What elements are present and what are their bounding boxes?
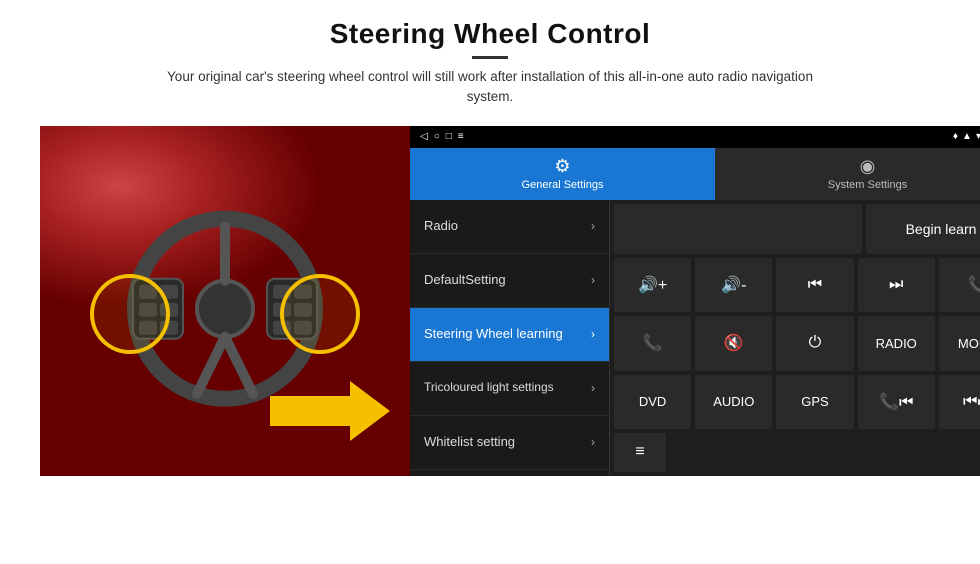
tab-general-settings[interactable]: ⚙ General Settings: [410, 148, 715, 200]
status-bar: ◁ ○ □ ≡ ♦ ▲ ▾ 13:13: [410, 126, 980, 148]
answer-call-button[interactable]: 📞: [614, 316, 691, 371]
phone-prev-button[interactable]: 📞⏮: [858, 375, 935, 430]
control-row-3: DVD AUDIO GPS 📞⏮ ⏮⏭: [614, 375, 980, 430]
next-track-icon: ⏭: [889, 276, 903, 294]
mode-label: MODE: [958, 336, 980, 351]
page-title: Steering Wheel Control: [150, 18, 830, 50]
phone-prev-icon: 📞⏮: [879, 392, 913, 412]
menu-item-steering-wheel[interactable]: Steering Wheel learning ›: [410, 308, 609, 362]
menu-item-radio-label: Radio: [424, 218, 591, 235]
radio-label: RADIO: [876, 336, 917, 351]
menu-item-tricoloured[interactable]: Tricoloured light settings ›: [410, 362, 609, 416]
highlight-circle-right: [280, 274, 360, 354]
seek-icon: ⏮⏭: [963, 393, 980, 411]
arrow-indicator: [270, 381, 390, 446]
chevron-right-icon: ›: [591, 381, 595, 395]
volume-up-icon: 🔊+: [638, 275, 667, 295]
control-row-4: ≡: [614, 433, 980, 471]
control-row-2: 📞 🔇 ⏻ RADIO MODE: [614, 316, 980, 371]
nav-menu[interactable]: ≡: [458, 131, 464, 142]
tab-bar: ⚙ General Settings ◉ System Settings: [410, 148, 980, 200]
menu-item-tricoloured-label: Tricoloured light settings: [424, 380, 591, 396]
tab-general-label: General Settings: [522, 179, 604, 191]
content-row: ◁ ○ □ ≡ ♦ ▲ ▾ 13:13 ⚙ General Settings: [40, 126, 940, 476]
nav-recent[interactable]: □: [446, 131, 452, 142]
screen-content: Radio › DefaultSetting › Steering Wheel …: [410, 200, 980, 476]
controls-panel: Begin learn 🔊+ 🔊- ⏮: [610, 200, 980, 476]
chevron-right-icon: ›: [591, 327, 595, 341]
menu-item-steering-label: Steering Wheel learning: [424, 326, 591, 343]
location-icon: ♦: [953, 131, 958, 142]
power-icon: ⏻: [809, 334, 822, 352]
highlight-circle-left: [90, 274, 170, 354]
phone-icon: 📞: [967, 275, 980, 295]
status-indicators: ♦ ▲ ▾ 13:13: [953, 131, 980, 142]
menu-item-default-setting[interactable]: DefaultSetting ›: [410, 254, 609, 308]
menu-item-default-label: DefaultSetting: [424, 272, 591, 289]
gear-icon: ⚙: [554, 156, 570, 177]
mute-button[interactable]: 🔇: [695, 316, 772, 371]
system-icon: ◉: [860, 156, 876, 177]
car-image-panel: [40, 126, 410, 476]
menu-item-whitelist[interactable]: Whitelist setting ›: [410, 416, 609, 470]
blank-display-area: [614, 204, 862, 254]
mode-button[interactable]: MODE: [939, 316, 980, 371]
tab-system-settings[interactable]: ◉ System Settings: [715, 148, 980, 200]
title-divider: [472, 56, 508, 59]
answer-icon: 📞: [643, 333, 663, 353]
whitelist-icon-button[interactable]: ≡: [614, 433, 666, 471]
menu-list: Radio › DefaultSetting › Steering Wheel …: [410, 200, 610, 476]
control-row-1: 🔊+ 🔊- ⏮ ⏭ 📞: [614, 258, 980, 313]
nav-buttons: ◁ ○ □ ≡: [420, 131, 464, 142]
nav-back[interactable]: ◁: [420, 131, 428, 142]
nav-home[interactable]: ○: [434, 131, 440, 142]
volume-up-button[interactable]: 🔊+: [614, 258, 691, 313]
radio-button[interactable]: RADIO: [858, 316, 935, 371]
tab-system-label: System Settings: [828, 179, 907, 191]
title-section: Steering Wheel Control Your original car…: [150, 18, 830, 108]
audio-label: AUDIO: [713, 394, 754, 409]
menu-item-whitelist-label: Whitelist setting: [424, 434, 591, 451]
page-subtitle: Your original car's steering wheel contr…: [150, 67, 830, 108]
chevron-right-icon: ›: [591, 219, 595, 233]
dvd-button[interactable]: DVD: [614, 375, 691, 430]
android-screen: ◁ ○ □ ≡ ♦ ▲ ▾ 13:13 ⚙ General Settings: [410, 126, 980, 476]
signal-icon: ▲: [962, 131, 972, 142]
gps-label: GPS: [801, 394, 828, 409]
chevron-right-icon: ›: [591, 273, 595, 287]
power-button[interactable]: ⏻: [776, 316, 853, 371]
mute-icon: 🔇: [724, 333, 744, 353]
volume-down-button[interactable]: 🔊-: [695, 258, 772, 313]
whitelist-icon: ≡: [635, 443, 644, 461]
volume-down-icon: 🔊-: [721, 275, 746, 295]
begin-learn-row: Begin learn: [614, 204, 980, 254]
chevron-right-icon: ›: [591, 435, 595, 449]
prev-track-button[interactable]: ⏮: [776, 258, 853, 313]
seek-button[interactable]: ⏮⏭: [939, 375, 980, 430]
prev-track-icon: ⏮: [808, 276, 822, 294]
begin-learn-button[interactable]: Begin learn: [866, 204, 980, 254]
wifi-icon: ▾: [976, 131, 980, 142]
call-button-1[interactable]: 📞: [939, 258, 980, 313]
next-track-button[interactable]: ⏭: [858, 258, 935, 313]
dvd-label: DVD: [639, 394, 666, 409]
menu-item-radio[interactable]: Radio ›: [410, 200, 609, 254]
audio-button[interactable]: AUDIO: [695, 375, 772, 430]
gps-button[interactable]: GPS: [776, 375, 853, 430]
